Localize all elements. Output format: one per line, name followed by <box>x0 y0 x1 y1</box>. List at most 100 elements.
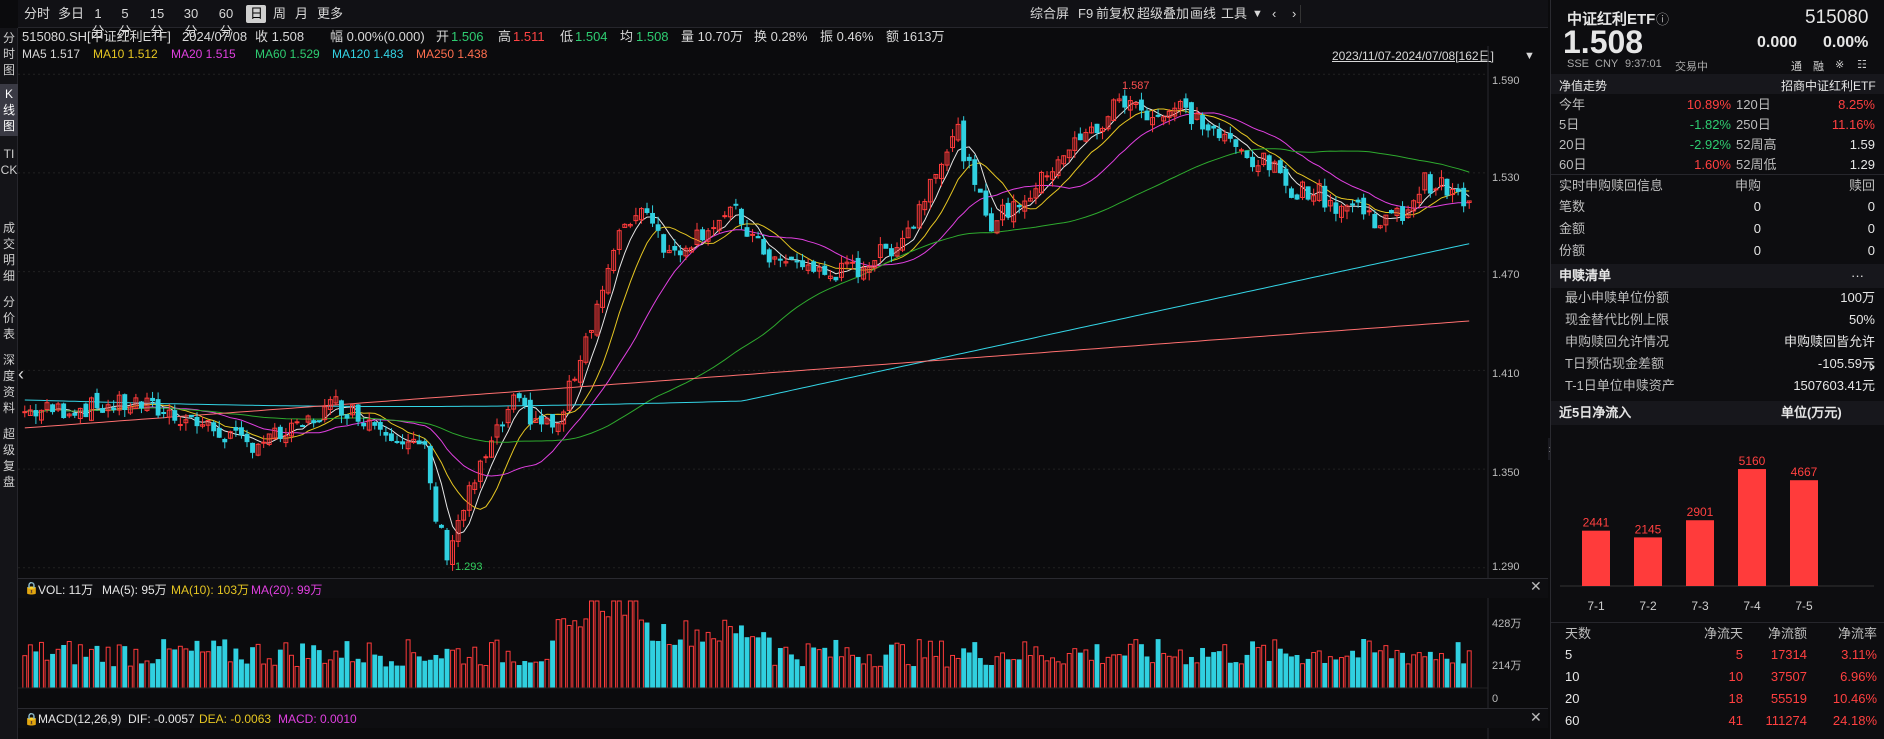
volume-bar <box>1272 639 1278 689</box>
candle-body <box>1016 204 1022 208</box>
volume-bar <box>194 640 200 689</box>
nav-source[interactable]: 招商中证红利ETF <box>1781 77 1876 94</box>
volume-bar <box>805 643 811 689</box>
period-day[interactable]: 日 <box>246 5 266 23</box>
candle-body <box>177 424 183 427</box>
quote-turnover: 换 0.28% <box>754 29 808 44</box>
chevron-down-icon[interactable]: ▼ <box>1252 5 1263 23</box>
period-more[interactable]: 更多 <box>313 5 347 23</box>
period-intraday[interactable]: 分时 <box>20 5 54 23</box>
kline-chart[interactable] <box>18 46 1548 739</box>
scroll-right-icon[interactable]: › <box>1869 356 1875 377</box>
period-week[interactable]: 周 <box>269 5 289 23</box>
side-tab-trades[interactable]: 成交明细 <box>0 218 18 286</box>
tool-f9[interactable]: F9 <box>1078 5 1093 23</box>
perf-value: 1.60% <box>1694 157 1731 172</box>
volume-bar <box>950 654 955 689</box>
period-5min[interactable]: 5分 <box>112 5 138 39</box>
volume-bar <box>644 622 650 689</box>
volume-bar <box>1455 642 1461 689</box>
candle-body <box>966 156 972 161</box>
volume-bar <box>589 600 594 689</box>
grid-icon[interactable]: ☷ <box>1857 58 1867 71</box>
tool-tools[interactable]: 工具 <box>1221 5 1247 23</box>
side-tab-replay[interactable]: 超级复盘 <box>0 424 18 492</box>
flow-col-days: 天数 <box>1565 626 1592 641</box>
volume-bar <box>1261 644 1267 689</box>
volume-bar <box>1066 652 1072 689</box>
period-multiday[interactable]: 多日 <box>54 5 88 23</box>
candle-body <box>83 403 89 418</box>
candle-body <box>1389 210 1394 214</box>
period-month[interactable]: 月 <box>291 5 311 23</box>
side-tab-intraday[interactable]: 分时图 <box>0 28 18 77</box>
lock-icon[interactable]: 🔒 <box>24 712 39 726</box>
list-label: 现金替代比例上限 <box>1565 312 1670 327</box>
side-tab-kline[interactable]: K线图 <box>0 84 18 136</box>
chevron-left-icon[interactable]: ‹ <box>1272 5 1276 23</box>
volume-bar <box>1266 660 1272 689</box>
margin-badge[interactable]: 通 <box>1791 58 1802 74</box>
lock-icon[interactable]: 🔒 <box>24 581 39 595</box>
volume-bar <box>583 618 589 689</box>
volume-bar <box>855 656 861 689</box>
perf-row: 60日 1.60% 52周低 1.29 <box>1551 154 1884 176</box>
period-60min[interactable]: 60分 <box>210 5 242 39</box>
candle-body <box>277 426 283 440</box>
financing-badge[interactable]: 融 <box>1813 58 1824 74</box>
candle-body <box>1427 174 1433 194</box>
period-15min[interactable]: 15分 <box>141 5 173 39</box>
volume-bar <box>316 650 322 689</box>
sub-row: 份额 0 0 <box>1551 240 1884 262</box>
period-30min[interactable]: 30分 <box>175 5 207 39</box>
asterisk-icon[interactable]: ※ <box>1835 58 1844 71</box>
volume-bar <box>800 666 805 689</box>
candle-body <box>344 414 350 419</box>
tool-draw-line[interactable]: 画线 <box>1190 5 1216 23</box>
volume-bar <box>716 640 722 689</box>
volume-bar <box>616 600 622 689</box>
inflow-category-label: 7-5 <box>1795 599 1813 613</box>
candle-body <box>1283 168 1289 186</box>
close-icon[interactable]: ✕ <box>1530 709 1542 726</box>
volume-bar <box>872 666 878 689</box>
volume-bar <box>100 661 106 689</box>
more-icon[interactable]: ··· <box>1851 264 1864 288</box>
volume-bar <box>1333 659 1339 689</box>
chevron-right-icon[interactable]: › <box>1292 5 1302 23</box>
list-value: 1507603.41元 <box>1793 378 1875 393</box>
volume-bar <box>122 646 128 689</box>
list-value: 50% <box>1848 312 1875 327</box>
volume-bar <box>627 600 633 689</box>
tool-super-overlay[interactable]: 超级叠加 <box>1137 5 1189 23</box>
volume-bar <box>789 654 794 689</box>
side-tab-price-table[interactable]: 分价表 <box>0 292 18 344</box>
volume-bar <box>1011 659 1017 689</box>
side-tab-depth[interactable]: 深度资料 <box>0 350 18 418</box>
quote-date: 2024/07/08 <box>182 29 248 44</box>
sub-label: 份额 <box>1559 243 1586 258</box>
period-1min[interactable]: 1分 <box>86 5 110 39</box>
side-tab-tick[interactable]: TICK <box>0 144 18 212</box>
candle-body <box>316 420 322 423</box>
tool-composite-screen[interactable]: 综合屏 <box>1030 5 1069 23</box>
vol-ma10: MA(10): 103万 <box>171 583 250 597</box>
info-icon[interactable]: ⓘ <box>1656 9 1669 28</box>
flow-days: 10 <box>1565 669 1580 684</box>
close-icon[interactable]: ✕ <box>1530 578 1542 595</box>
volume-bar <box>1394 649 1400 689</box>
exchange: SSE <box>1567 58 1590 70</box>
volume-bar <box>222 639 228 689</box>
candle-body <box>855 257 861 278</box>
list-label: T日预估现金差额 <box>1565 356 1664 371</box>
perf-label: 5日 <box>1559 117 1580 132</box>
scroll-left-icon[interactable]: ‹ <box>18 364 24 385</box>
volume-bar <box>1016 659 1022 689</box>
candle-body <box>822 265 828 275</box>
candle-body <box>1077 133 1083 141</box>
volume-bar <box>405 639 411 689</box>
flow-flowdays: 41 <box>1728 713 1743 728</box>
candle-body <box>300 425 306 428</box>
tool-fore-adjust[interactable]: 前复权 <box>1096 5 1135 23</box>
candle-body <box>100 408 106 413</box>
